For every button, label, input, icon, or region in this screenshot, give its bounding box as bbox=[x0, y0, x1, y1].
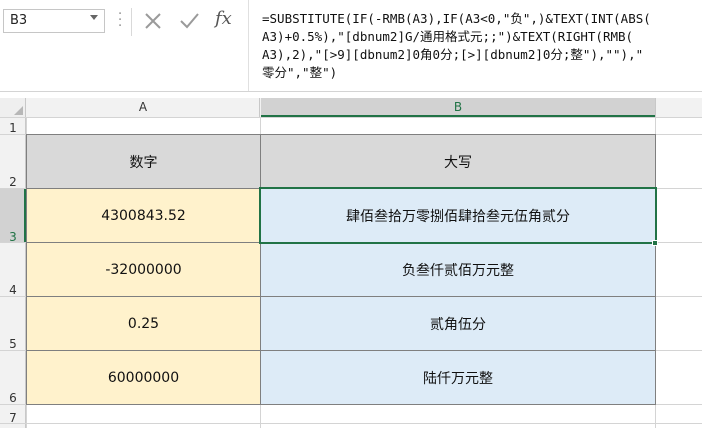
fill-handle[interactable] bbox=[652, 240, 658, 246]
active-cell-selection bbox=[259, 187, 657, 244]
table-border bbox=[26, 134, 656, 405]
table-divider bbox=[260, 134, 261, 405]
table-divider bbox=[26, 350, 656, 351]
table-divider bbox=[26, 296, 656, 297]
